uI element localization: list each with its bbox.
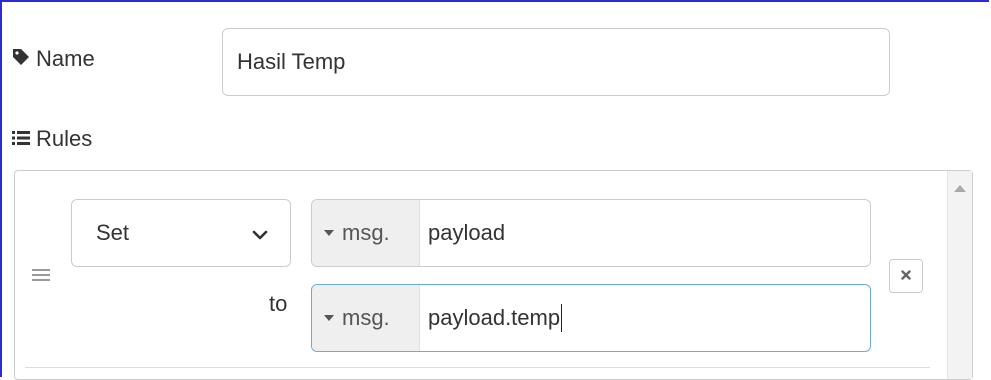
caret-down-icon (324, 315, 334, 321)
list-icon (12, 126, 30, 152)
name-label-group: Name (12, 46, 95, 72)
rules-list: Set msg. payload to msg. payload.temp (14, 170, 973, 380)
source-value[interactable]: payload.temp (420, 285, 563, 351)
name-label: Name (36, 46, 95, 71)
chevron-down-icon (252, 220, 268, 246)
rule-action-value: Set (96, 220, 130, 245)
rule-target-input[interactable]: msg. payload (311, 199, 871, 267)
rules-label: Rules (36, 126, 93, 151)
target-type-button[interactable]: msg. (312, 200, 420, 266)
scrollbar[interactable] (947, 171, 972, 379)
rules-label-group: Rules (12, 126, 92, 152)
remove-rule-button[interactable] (889, 259, 923, 293)
target-value[interactable]: payload (420, 200, 505, 266)
target-value-text: payload (428, 220, 506, 245)
rule-source-input[interactable]: msg. payload.temp (311, 284, 871, 352)
rule-divider (25, 367, 930, 368)
tag-icon (12, 46, 30, 72)
caret-down-icon (324, 230, 334, 236)
drag-handle-icon[interactable] (32, 269, 50, 281)
source-type-button[interactable]: msg. (312, 285, 420, 351)
source-type-label: msg. (342, 305, 390, 330)
target-type-label: msg. (342, 220, 390, 245)
to-label: to (269, 291, 288, 316)
text-cursor (561, 304, 563, 332)
scroll-up-icon[interactable] (954, 185, 966, 192)
source-value-text: payload.temp (428, 305, 561, 330)
name-row: Name (12, 28, 912, 96)
name-input[interactable] (222, 28, 890, 96)
rule-action-select[interactable]: Set (71, 199, 291, 267)
close-icon (901, 267, 911, 285)
